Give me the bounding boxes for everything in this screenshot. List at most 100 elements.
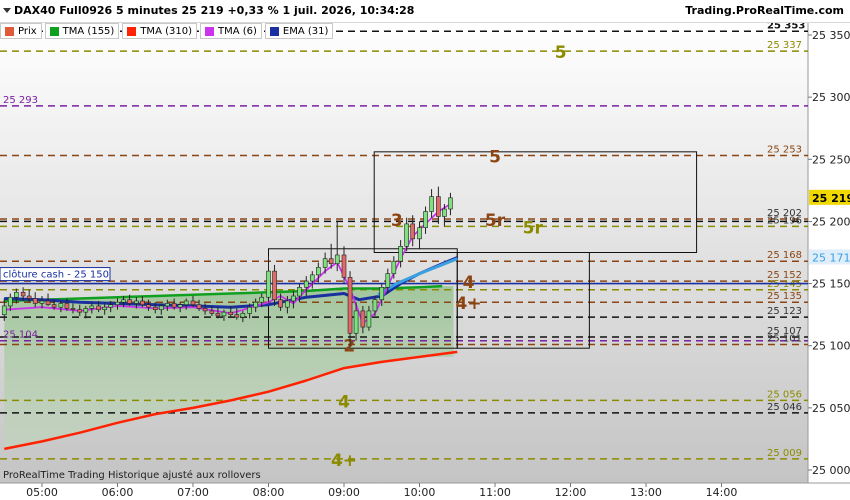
candle-body bbox=[266, 270, 271, 298]
candle-body bbox=[77, 309, 83, 313]
wave-annotation: 5r bbox=[523, 218, 544, 238]
candle-body bbox=[391, 260, 397, 274]
current-price-label: 25 219 bbox=[812, 192, 850, 205]
candle-body bbox=[127, 299, 132, 304]
wave-annotation: 5 bbox=[489, 148, 501, 168]
legend-swatch bbox=[49, 26, 59, 36]
legend-swatch bbox=[127, 26, 137, 36]
candle-body bbox=[316, 267, 321, 276]
close-cash-label: clôture cash - 25 150 bbox=[3, 269, 109, 281]
candle-body bbox=[423, 211, 428, 228]
candle-body bbox=[102, 306, 107, 310]
x-tick-label: 05:00 bbox=[26, 486, 58, 499]
wave-annotation: 5r bbox=[485, 211, 506, 231]
y-tick-label: 25 200 bbox=[812, 215, 850, 228]
candle-body bbox=[398, 245, 403, 262]
y-tick-label: 25 350 bbox=[812, 29, 850, 42]
candle-body bbox=[385, 273, 391, 288]
legend-item-tma310[interactable]: TMA (310) bbox=[122, 23, 197, 39]
legend-item-tma6[interactable]: TMA (6) bbox=[199, 23, 262, 39]
legend-label: EMA (31) bbox=[282, 25, 329, 37]
candle-body bbox=[410, 223, 416, 240]
candle-body bbox=[134, 300, 139, 304]
x-tick-label: 14:00 bbox=[706, 486, 738, 499]
level-label: 25 135 bbox=[767, 291, 802, 302]
y-tick-label: 25 150 bbox=[812, 278, 850, 291]
candle-body bbox=[240, 313, 246, 318]
level-label: 25 168 bbox=[767, 250, 802, 261]
candle-body bbox=[353, 310, 359, 334]
level-label: 25 056 bbox=[767, 389, 802, 400]
candle-body bbox=[417, 227, 422, 240]
level-label: 25 337 bbox=[767, 40, 802, 51]
candle-body bbox=[51, 304, 57, 308]
candle-body bbox=[448, 197, 453, 210]
candle-body bbox=[347, 277, 353, 334]
candle-body bbox=[26, 295, 32, 299]
candle-body bbox=[32, 298, 38, 304]
candle-body bbox=[429, 196, 434, 212]
candle-body bbox=[341, 254, 347, 278]
collapse-caret-icon[interactable] bbox=[3, 8, 11, 13]
legend-item-ema31[interactable]: EMA (31) bbox=[264, 23, 334, 39]
legend-label: TMA (310) bbox=[140, 25, 192, 37]
wave-annotation: 5 bbox=[555, 43, 567, 63]
legend-label: Prix bbox=[18, 25, 37, 37]
candle-body bbox=[14, 291, 19, 298]
candle-body bbox=[58, 303, 64, 308]
candle-body bbox=[7, 296, 13, 307]
wave-annotation: 4 bbox=[338, 392, 350, 412]
wave-annotation: 3 bbox=[391, 211, 403, 231]
candle-body bbox=[45, 300, 51, 306]
candle-body bbox=[202, 308, 208, 312]
candle-body bbox=[379, 286, 385, 301]
candle-body bbox=[115, 301, 120, 306]
x-tick-label: 12:00 bbox=[555, 486, 587, 499]
indicator-legend: Prix TMA (155) TMA (310) TMA (6) EMA (31… bbox=[0, 23, 334, 39]
x-tick-label: 06:00 bbox=[102, 486, 134, 499]
x-tick-label: 13:00 bbox=[630, 486, 662, 499]
x-tick-label: 10:00 bbox=[404, 486, 436, 499]
wave-annotation: 2 bbox=[343, 336, 355, 356]
candle-body bbox=[209, 310, 215, 314]
ema-price-label: 25 171 bbox=[812, 251, 850, 264]
candle-body bbox=[285, 300, 290, 308]
candle-body bbox=[328, 258, 334, 264]
chart-title: DAX40 Full0926 5 minutes 25 219 +0,33 % … bbox=[14, 4, 415, 17]
candle-body bbox=[158, 305, 164, 310]
legend-item-tma155[interactable]: TMA (155) bbox=[44, 23, 120, 39]
legend-swatch bbox=[204, 26, 214, 36]
y-tick-label: 25 050 bbox=[812, 402, 850, 415]
candle-body bbox=[64, 303, 70, 309]
candle-body bbox=[404, 223, 409, 247]
level-label: 25 196 bbox=[767, 215, 802, 226]
candle-body bbox=[221, 311, 227, 317]
candle-body bbox=[259, 296, 265, 303]
price-chart[interactable]: 25 35325 33725 29325 25325 20225 19625 1… bbox=[0, 0, 850, 500]
legend-label: TMA (6) bbox=[217, 25, 257, 37]
candle-body bbox=[228, 311, 234, 315]
level-label: 25 009 bbox=[767, 448, 802, 459]
candle-body bbox=[253, 301, 258, 308]
legend-swatch bbox=[269, 26, 279, 36]
candle-body bbox=[177, 304, 183, 308]
candle-body bbox=[89, 305, 95, 309]
candle-body bbox=[171, 303, 177, 308]
candle-body bbox=[140, 300, 145, 306]
candle-body bbox=[247, 306, 252, 314]
wave-annotation: 4+ bbox=[331, 451, 357, 471]
candle-body bbox=[96, 305, 101, 310]
x-tick-label: 11:00 bbox=[479, 486, 511, 499]
candle-body bbox=[196, 304, 202, 309]
level-label: 25 104 bbox=[3, 330, 38, 341]
level-label: 25 101 bbox=[767, 333, 802, 344]
site-name[interactable]: Trading.ProRealTime.com bbox=[685, 4, 844, 17]
candle-body bbox=[83, 308, 89, 313]
candle-body bbox=[372, 299, 378, 312]
legend-item-price[interactable]: Prix bbox=[0, 23, 42, 39]
candle-body bbox=[303, 280, 309, 288]
chart-footer: ProRealTime Trading Historique ajusté au… bbox=[3, 470, 261, 481]
candle-body bbox=[436, 196, 441, 217]
candle-body bbox=[334, 254, 340, 264]
candle-body bbox=[272, 270, 277, 301]
